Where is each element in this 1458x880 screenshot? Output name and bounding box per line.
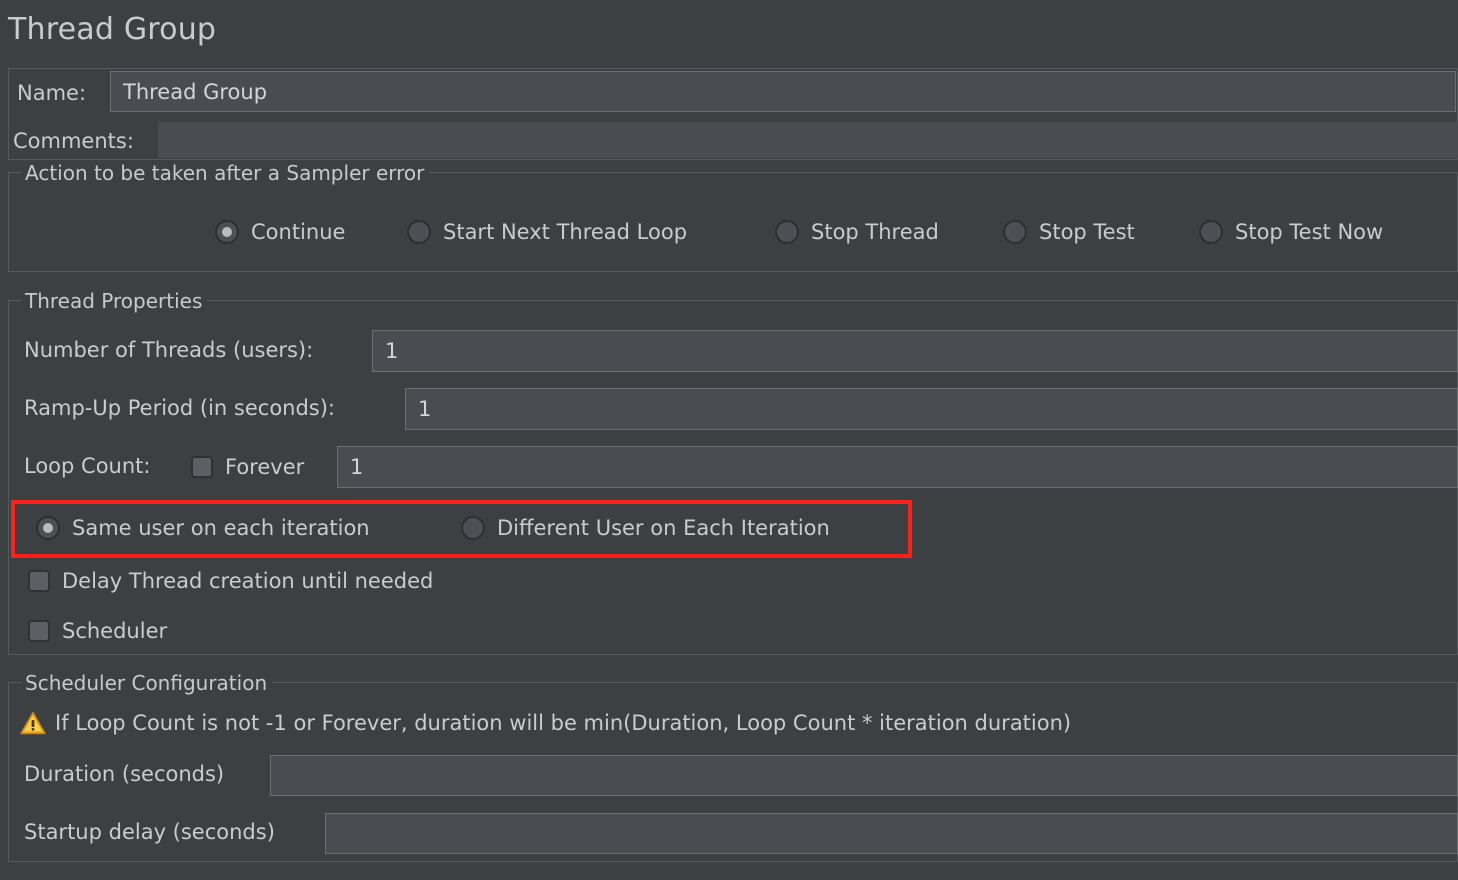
thread-properties-legend: Thread Properties <box>21 289 208 313</box>
radio-stop-test[interactable]: Stop Test <box>1003 220 1135 244</box>
scheduler-checkbox[interactable]: Scheduler <box>28 619 167 643</box>
radio-start-next-thread-loop-label: Start Next Thread Loop <box>443 220 688 244</box>
scheduler-warning-row: If Loop Count is not -1 or Forever, dura… <box>20 711 1071 735</box>
duration-label: Duration (seconds) <box>24 762 225 786</box>
number-of-threads-input[interactable] <box>372 330 1458 372</box>
scheduler-checkbox-indicator[interactable] <box>28 620 50 642</box>
startup-delay-label: Startup delay (seconds) <box>24 820 275 844</box>
radio-same-user-each-iteration-indicator[interactable] <box>36 516 60 540</box>
radio-stop-thread[interactable]: Stop Thread <box>775 220 939 244</box>
radio-start-next-thread-loop-indicator[interactable] <box>407 220 431 244</box>
ramp-up-period-label: Ramp-Up Period (in seconds): <box>24 396 336 420</box>
ramp-up-period-input[interactable] <box>405 388 1458 430</box>
radio-continue-indicator[interactable] <box>215 220 239 244</box>
name-input[interactable] <box>110 71 1456 112</box>
radio-stop-test-label: Stop Test <box>1039 220 1135 244</box>
name-label: Name: <box>17 81 87 105</box>
radio-stop-test-now-indicator[interactable] <box>1199 220 1223 244</box>
delay-thread-creation-label: Delay Thread creation until needed <box>62 569 434 593</box>
radio-stop-thread-indicator[interactable] <box>775 220 799 244</box>
radio-stop-test-now[interactable]: Stop Test Now <box>1199 220 1383 244</box>
radio-continue[interactable]: Continue <box>215 220 345 244</box>
loop-count-label: Loop Count: <box>24 454 151 478</box>
scheduler-checkbox-label: Scheduler <box>62 619 168 643</box>
radio-start-next-thread-loop[interactable]: Start Next Thread Loop <box>407 220 687 244</box>
delay-thread-creation-checkbox-indicator[interactable] <box>28 570 50 592</box>
duration-input[interactable] <box>270 755 1458 796</box>
startup-delay-input[interactable] <box>325 813 1458 854</box>
radio-stop-test-indicator[interactable] <box>1003 220 1027 244</box>
radio-same-user-each-iteration-label: Same user on each iteration <box>72 516 370 540</box>
comments-label: Comments: <box>13 129 134 153</box>
radio-same-user-each-iteration[interactable]: Same user on each iteration <box>36 516 370 540</box>
radio-stop-test-now-label: Stop Test Now <box>1235 220 1384 244</box>
loop-count-input[interactable] <box>337 446 1458 488</box>
radio-different-user-each-iteration-indicator[interactable] <box>461 516 485 540</box>
comments-input[interactable] <box>158 122 1458 158</box>
sampler-error-legend: Action to be taken after a Sampler error <box>21 161 430 185</box>
forever-checkbox-indicator[interactable] <box>191 456 213 478</box>
forever-checkbox[interactable]: Forever <box>191 455 304 479</box>
radio-different-user-each-iteration[interactable]: Different User on Each Iteration <box>461 516 830 540</box>
scheduler-warning-text: If Loop Count is not -1 or Forever, dura… <box>55 711 1072 735</box>
page-title: Thread Group <box>8 12 217 47</box>
delay-thread-creation-checkbox[interactable]: Delay Thread creation until needed <box>28 569 433 593</box>
radio-different-user-each-iteration-label: Different User on Each Iteration <box>497 516 830 540</box>
number-of-threads-label: Number of Threads (users): <box>24 338 314 362</box>
scheduler-configuration-legend: Scheduler Configuration <box>21 671 273 695</box>
warning-triangle-icon <box>20 711 46 735</box>
radio-continue-label: Continue <box>251 220 346 244</box>
radio-stop-thread-label: Stop Thread <box>811 220 939 244</box>
thread-group-panel: Thread Group Name: Comments: Action to b… <box>0 0 1458 880</box>
forever-checkbox-label: Forever <box>225 455 305 479</box>
